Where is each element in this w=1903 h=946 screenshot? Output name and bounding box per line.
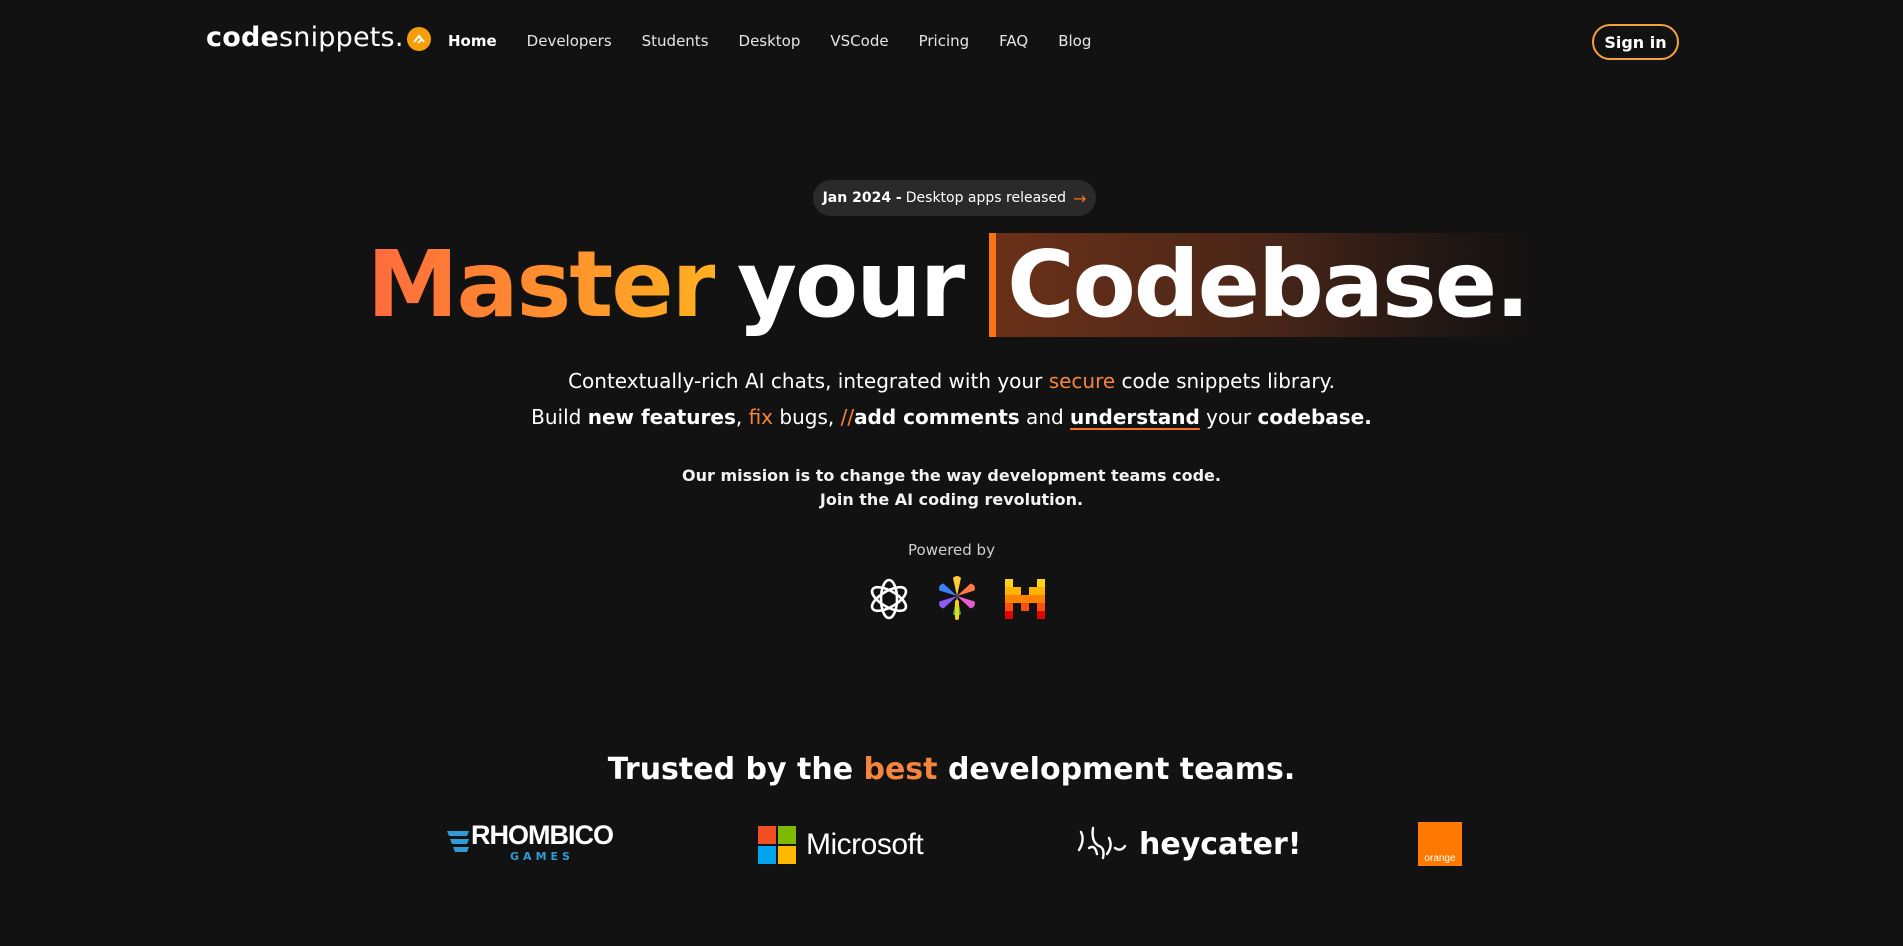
- openai-logo-icon: [864, 574, 914, 624]
- subtitle-2-fix: fix: [748, 405, 774, 429]
- subtitle-2-p1: Build: [531, 405, 588, 429]
- orange-name: orange: [1424, 853, 1456, 864]
- mission-statement: Our mission is to change the way develop…: [0, 464, 1903, 512]
- subtitle-2-codebase: codebase.: [1257, 405, 1372, 429]
- announcement-text: Desktop apps released: [905, 190, 1066, 206]
- nav-link-pricing[interactable]: Pricing: [919, 32, 970, 50]
- subtitle-2-comment-slashes: //: [840, 405, 855, 429]
- microsoft-squares-icon: [758, 826, 796, 864]
- nav-link-developers[interactable]: Developers: [527, 32, 612, 50]
- nav-links: Home Developers Students Desktop VSCode …: [448, 32, 1091, 50]
- rhombico-sub: GAMES: [510, 850, 574, 863]
- trusted-heading: Trusted by the best development teams.: [0, 752, 1903, 787]
- hero-title: Master your Codebase.: [366, 231, 1537, 338]
- mission-line-2: Join the AI coding revolution.: [819, 490, 1084, 509]
- heycater-figure-icon: [1077, 826, 1127, 860]
- rhombico-wing-icon: [447, 830, 469, 852]
- hero: Master your Codebase.: [0, 230, 1903, 340]
- nav-link-faq[interactable]: FAQ: [999, 32, 1028, 50]
- rhombico-wordmark: RHOMBICO GAMES: [471, 820, 614, 864]
- subtitle-2-new-features: new features: [587, 405, 736, 429]
- subtitle-2-p5: your: [1199, 405, 1258, 429]
- nav-link-desktop[interactable]: Desktop: [739, 32, 801, 50]
- nav-link-blog[interactable]: Blog: [1058, 32, 1091, 50]
- subtitle-2-understand: understand: [1070, 405, 1200, 429]
- logo-badge-icon: [406, 26, 431, 51]
- subtitle-2-add-comments: add comments: [854, 405, 1020, 429]
- nav-link-vscode[interactable]: VSCode: [830, 32, 888, 50]
- nav-link-students[interactable]: Students: [642, 32, 709, 50]
- heycater-name: heycater!: [1139, 826, 1302, 862]
- codesnippets-logo[interactable]: codesnippets.: [206, 22, 431, 53]
- page: codesnippets. Home Developers Students D…: [0, 0, 1903, 946]
- client-logos: RHOMBICO GAMES Microsoft heycater! orang…: [0, 820, 1903, 870]
- microsoft-name: Microsoft: [806, 828, 924, 861]
- text-cursor-bar: [989, 233, 997, 337]
- logo-text-light: snippets.: [279, 22, 404, 53]
- powered-by-logos: [864, 574, 1050, 624]
- rhombico-games-logo: RHOMBICO GAMES: [447, 820, 614, 864]
- subtitle-1-post: code snippets library.: [1115, 369, 1335, 393]
- sign-in-button[interactable]: Sign in: [1592, 24, 1679, 60]
- mission-line-1: Our mission is to change the way develop…: [682, 466, 1221, 485]
- hero-highlight: Codebase.: [989, 231, 1537, 338]
- arrow-right-icon: →: [1072, 188, 1087, 208]
- rhombico-name: RHOMBICO: [471, 820, 614, 850]
- hero-word-your: your: [737, 231, 965, 338]
- mistral-logo-icon: [1000, 574, 1050, 624]
- hero-word-codebase: Codebase.: [1007, 231, 1530, 338]
- hero-subtitle-line-2: Build new features, fix bugs, //add comm…: [0, 405, 1903, 429]
- heycater-logo: heycater!: [1075, 824, 1301, 864]
- subtitle-2-p3: bugs,: [773, 405, 841, 429]
- logo-text-bold: code: [206, 22, 279, 53]
- announcement-pill[interactable]: Jan 2024 - Desktop apps released →: [813, 180, 1096, 216]
- trusted-pre: Trusted by the: [607, 752, 864, 787]
- announcement-date: Jan 2024 -: [822, 190, 902, 206]
- hero-subtitle-line-1: Contextually-rich AI chats, integrated w…: [0, 369, 1903, 393]
- orange-logo: orange: [1418, 822, 1462, 866]
- top-navigation: codesnippets. Home Developers Students D…: [0, 0, 1903, 84]
- powered-by-label: Powered by: [908, 541, 995, 559]
- nav-link-home[interactable]: Home: [448, 32, 497, 50]
- subtitle-2-p2: ,: [735, 405, 749, 429]
- subtitle-2-p4: and: [1019, 405, 1071, 429]
- logo-text: codesnippets.: [206, 22, 404, 53]
- subtitle-1-pre: Contextually-rich AI chats, integrated w…: [568, 369, 1049, 393]
- subtitle-1-highlight: secure: [1048, 369, 1116, 393]
- microsoft-logo: Microsoft: [758, 826, 924, 864]
- hero-word-master: Master: [366, 231, 717, 338]
- trusted-post: development teams.: [937, 752, 1296, 787]
- pinwheel-logo-icon: [932, 574, 982, 624]
- trusted-highlight: best: [863, 752, 938, 787]
